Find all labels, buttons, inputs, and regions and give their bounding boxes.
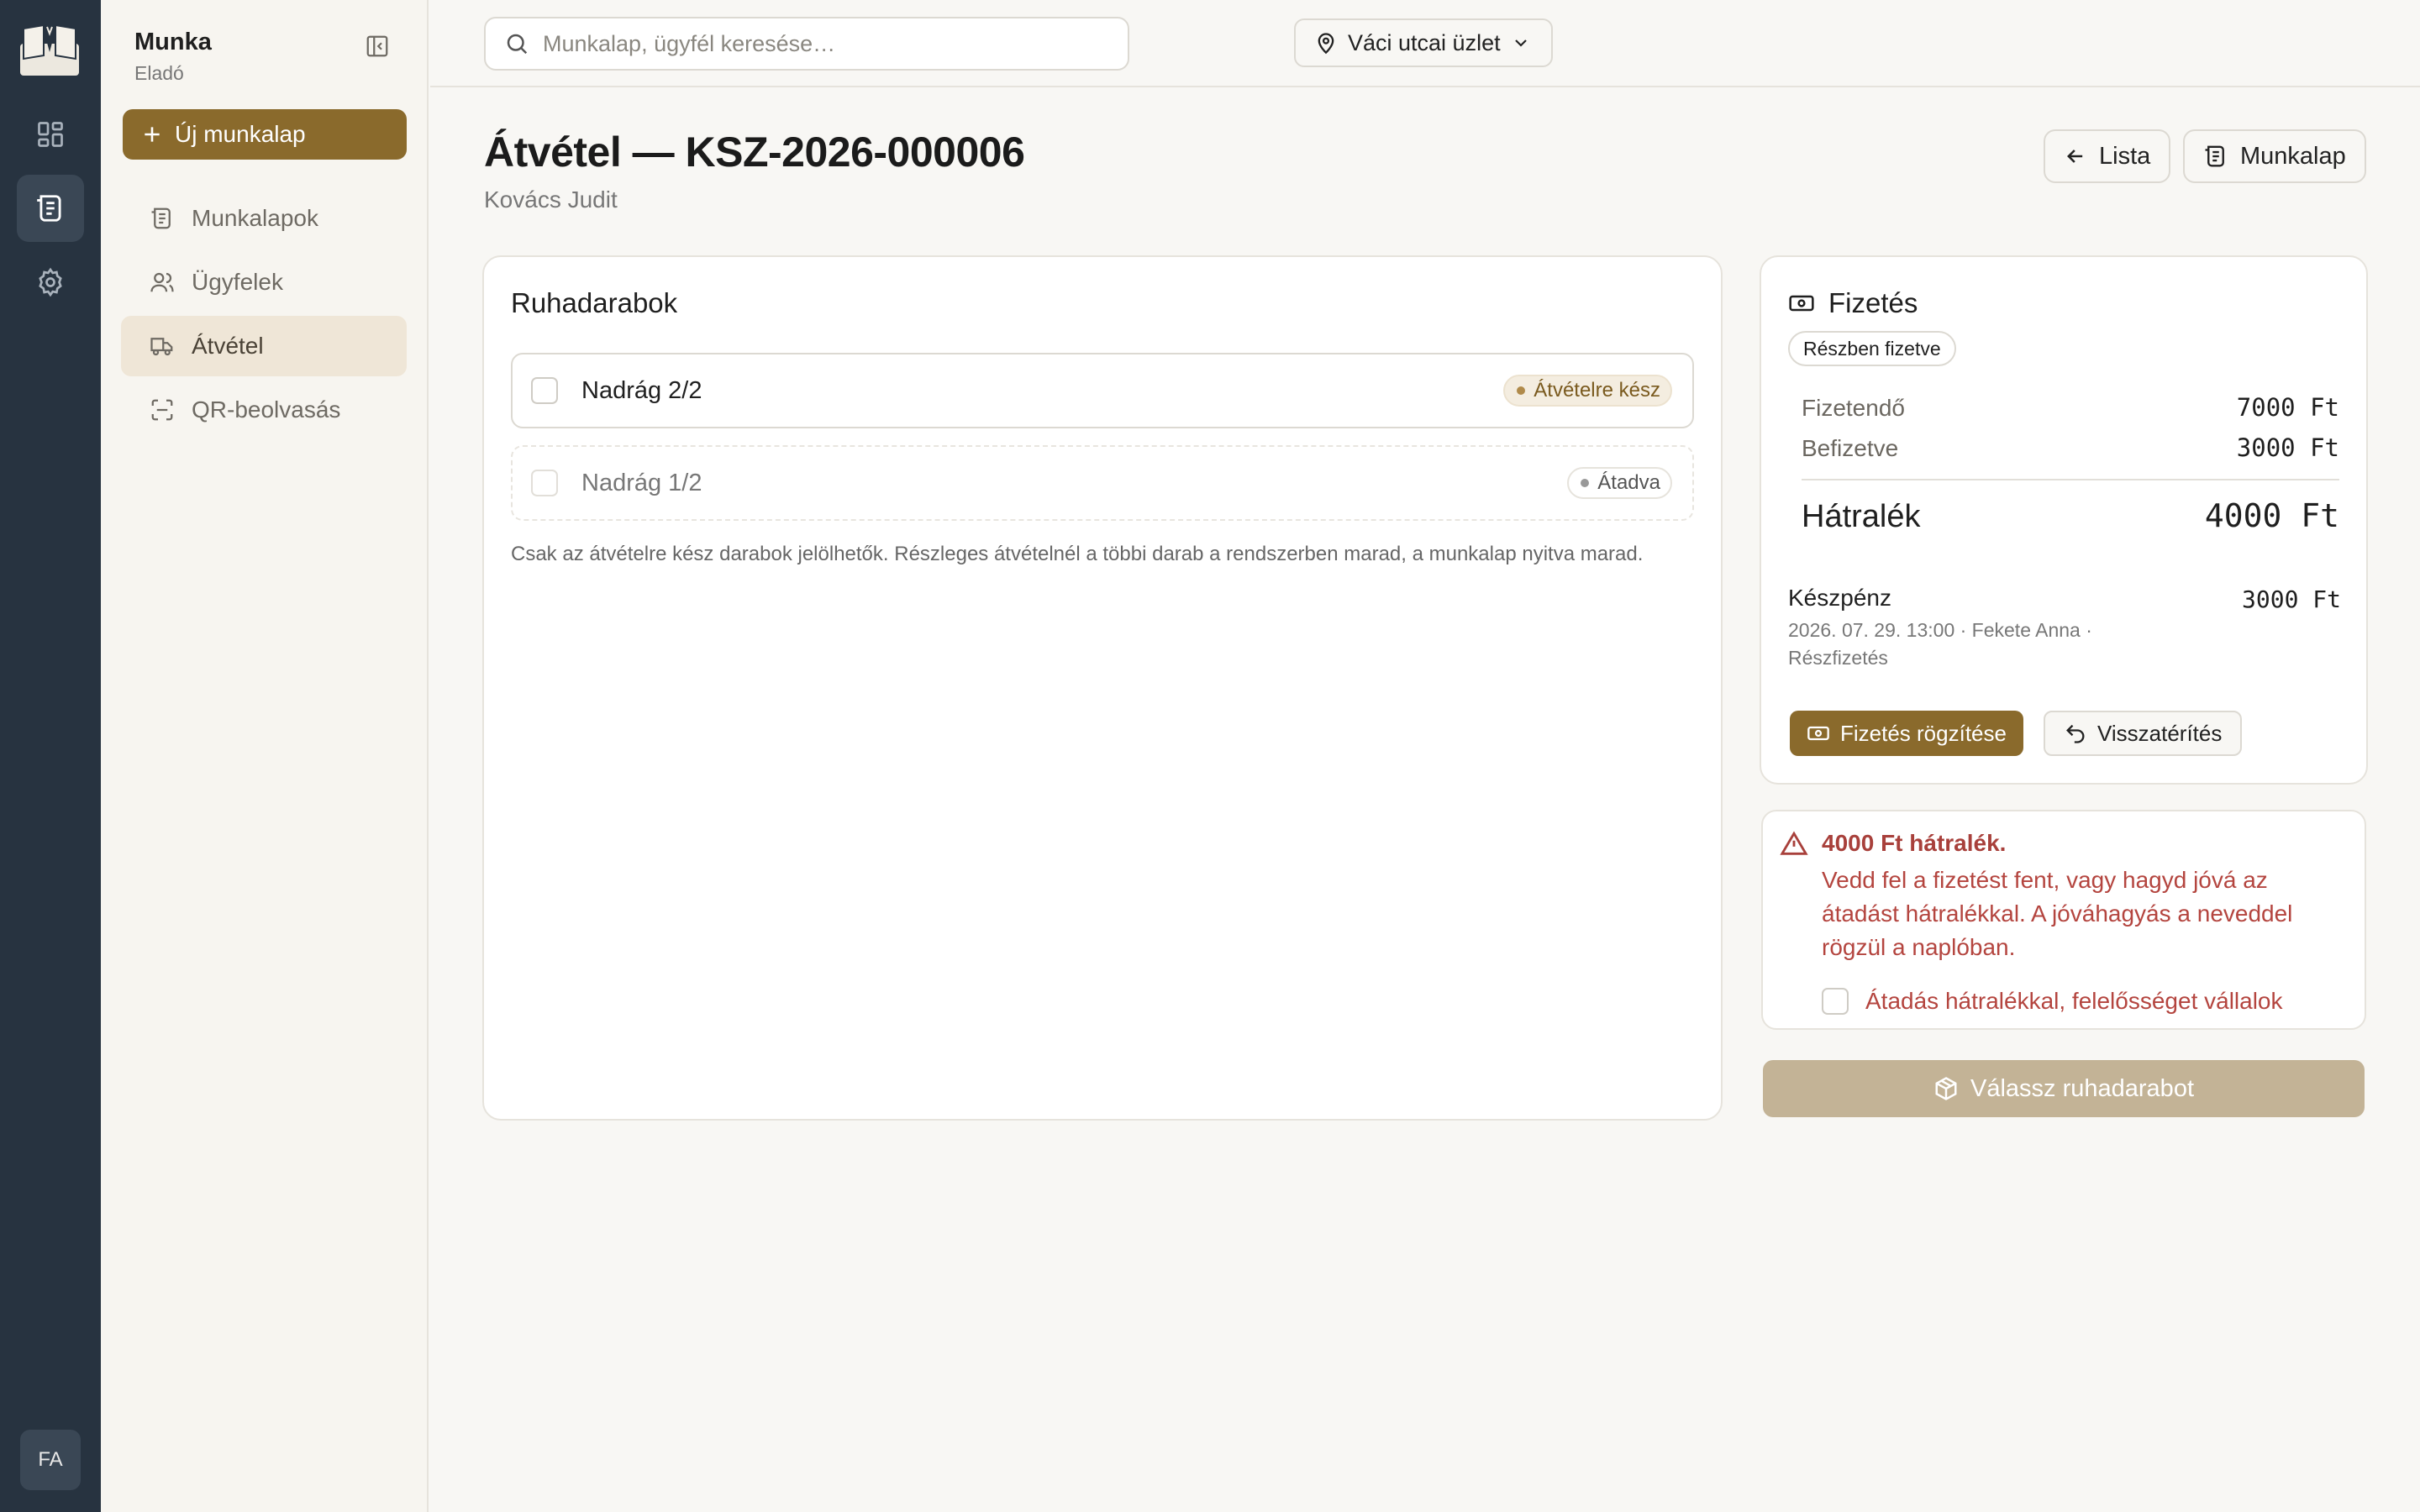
- due-label: Fizetendő: [1802, 395, 1905, 421]
- payment-status-badge: Részben fizetve: [1788, 331, 1956, 366]
- receipt-icon: [37, 195, 61, 222]
- app-logo-icon: [18, 22, 81, 77]
- gear-icon: [39, 267, 62, 297]
- rail-dashboard-button[interactable]: [17, 101, 84, 168]
- top-bar: Váci utcai üzlet: [430, 0, 2420, 87]
- sidebar-item-customers[interactable]: Ügyfelek: [121, 252, 407, 312]
- refund-label: Visszatérítés: [2097, 720, 2223, 746]
- search-input[interactable]: [543, 30, 1097, 57]
- select-garment-submit-button[interactable]: Válassz ruhadarabot: [1763, 1060, 2365, 1117]
- garments-note: Csak az átvételre kész darabok jelölhető…: [511, 543, 1644, 565]
- due-row: Fizetendő 7000 Ft: [1802, 393, 2339, 422]
- scan-icon: [151, 399, 173, 421]
- payment-entry-amount: 3000 Ft: [2242, 585, 2342, 613]
- garments-card: Ruhadarabok Nadrág 2/2 Átvételre kész Na…: [482, 255, 1723, 1121]
- payment-card: Fizetés Részben fizetve Fizetendő 7000 F…: [1760, 255, 2368, 785]
- sidebar-item-qr-scan[interactable]: QR-beolvasás: [121, 380, 407, 440]
- balance-label: Hátralék: [1802, 499, 1921, 534]
- payment-entry-meta: 2026. 07. 29. 13:00 · Fekete Anna · Rész…: [1788, 619, 2092, 669]
- submit-label: Válassz ruhadarabot: [1970, 1074, 2194, 1102]
- sidebar-item-label: Átvétel: [192, 333, 264, 359]
- warning-text: Vedd fel a fizetést fent, vagy hagyd jóv…: [1822, 867, 2293, 960]
- warning-title: 4000 Ft hátralék.: [1822, 830, 2007, 856]
- icon-rail: FA: [0, 0, 101, 1512]
- sidebar-item-worksheets[interactable]: Munkalapok: [121, 188, 407, 249]
- payment-heading-label: Fizetés: [1828, 287, 1918, 318]
- garment-checkbox: [531, 470, 558, 496]
- garment-row: Nadrág 1/2 Átadva: [511, 445, 1694, 521]
- status-dot: [1517, 386, 1526, 395]
- sidebar-item-label: QR-beolvasás: [192, 396, 341, 423]
- sidebar-item-label: Munkalapok: [192, 205, 318, 231]
- arrears-ack-label: Átadás hátralékkal, felelősséget vállalo…: [1865, 988, 2283, 1014]
- arrears-warning: 4000 Ft hátralék. Vedd fel a fizetést fe…: [1761, 810, 2366, 1030]
- sidebar: Munka Eladó Új munkalap Munkalapok Ügyfe…: [101, 0, 429, 1512]
- record-payment-button[interactable]: Fizetés rögzítése: [1790, 711, 2023, 756]
- status-badge: Átadva: [1567, 467, 1672, 499]
- sidebar-title: Munka: [134, 29, 212, 55]
- page-title: Átvétel — KSZ-2026-000006: [484, 129, 1025, 176]
- chevron-down-icon: [1514, 39, 1527, 47]
- dashboard-icon: [38, 122, 63, 147]
- receipt-icon: [151, 207, 171, 229]
- status-text: Átadva: [1597, 471, 1660, 494]
- payment-heading: Fizetés: [1788, 287, 1918, 319]
- map-pin-icon: [1318, 33, 1334, 55]
- paid-value: 3000 Ft: [2236, 433, 2339, 462]
- record-payment-label: Fizetés rögzítése: [1840, 720, 2007, 746]
- refund-button[interactable]: Visszatérítés: [2044, 711, 2243, 756]
- search-icon: [507, 34, 528, 55]
- package-icon: [1935, 1077, 1957, 1100]
- sidebar-collapse-button[interactable]: [365, 34, 390, 59]
- new-worksheet-button[interactable]: Új munkalap: [123, 109, 407, 160]
- users-icon: [150, 272, 174, 292]
- store-name: Váci utcai üzlet: [1348, 29, 1501, 55]
- banknote-icon: [1807, 726, 1829, 741]
- rail-work-button[interactable]: [17, 175, 84, 242]
- paid-label: Befizetve: [1802, 435, 1899, 461]
- warning-icon: [1780, 830, 1808, 858]
- paid-row: Befizetve 3000 Ft: [1802, 433, 2339, 462]
- garments-heading: Ruhadarabok: [511, 287, 678, 318]
- arrears-ack-row[interactable]: Átadás hátralékkal, felelősséget vállalo…: [1822, 988, 2283, 1015]
- truck-icon: [150, 338, 173, 356]
- new-worksheet-label: Új munkalap: [175, 121, 306, 147]
- due-value: 7000 Ft: [2236, 393, 2339, 422]
- user-avatar[interactable]: FA: [20, 1430, 81, 1490]
- plus-icon: [145, 127, 160, 142]
- sidebar-item-pickup[interactable]: Átvétel: [121, 316, 407, 376]
- status-text: Átvételre kész: [1534, 379, 1660, 402]
- receipt-icon: [2205, 145, 2224, 167]
- garment-checkbox[interactable]: [531, 377, 558, 404]
- balance-row: Hátralék 4000 Ft: [1802, 497, 2339, 535]
- open-worksheet-button[interactable]: Munkalap: [2183, 129, 2366, 183]
- arrears-ack-checkbox[interactable]: [1822, 988, 1849, 1015]
- search-box[interactable]: [484, 17, 1129, 71]
- garment-label: Nadrág 2/2: [581, 376, 702, 404]
- rail-settings-button[interactable]: [17, 249, 84, 316]
- banknote-icon: [1789, 295, 1814, 312]
- worksheet-button-label: Munkalap: [2240, 142, 2346, 170]
- status-badge: Átvételre kész: [1503, 375, 1672, 407]
- sidebar-item-label: Ügyfelek: [192, 269, 283, 295]
- panel-collapse-icon: [366, 35, 388, 57]
- garment-label: Nadrág 1/2: [581, 469, 702, 496]
- customer-name: Kovács Judit: [484, 186, 618, 213]
- payment-entry-method: Készpénz: [1788, 585, 1891, 611]
- back-button-label: Lista: [2099, 142, 2151, 170]
- status-dot: [1581, 479, 1590, 487]
- garment-row[interactable]: Nadrág 2/2 Átvételre kész: [511, 353, 1694, 428]
- undo-icon: [2066, 724, 2085, 743]
- balance-value: 4000 Ft: [2204, 497, 2339, 534]
- store-selector[interactable]: Váci utcai üzlet: [1294, 18, 1553, 67]
- divider: [1802, 479, 2339, 480]
- back-to-list-button[interactable]: Lista: [2044, 129, 2171, 183]
- arrow-left-icon: [2067, 150, 2083, 163]
- sidebar-role: Eladó: [134, 62, 184, 84]
